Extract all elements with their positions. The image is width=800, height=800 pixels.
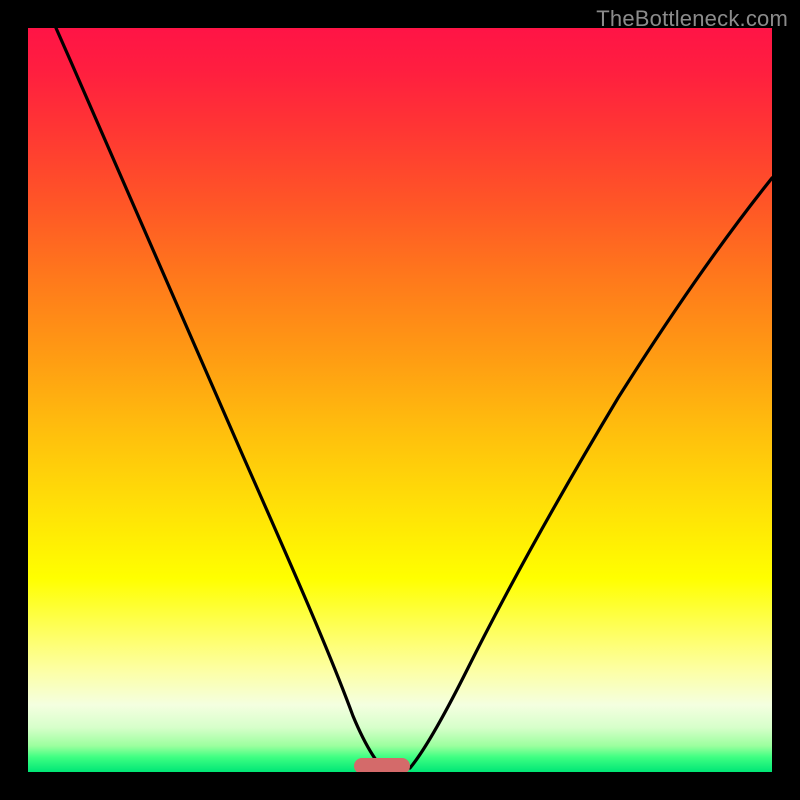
bottleneck-marker bbox=[354, 758, 410, 772]
plot-area bbox=[28, 28, 772, 772]
background-gradient bbox=[28, 28, 772, 772]
chart-frame: TheBottleneck.com bbox=[0, 0, 800, 800]
